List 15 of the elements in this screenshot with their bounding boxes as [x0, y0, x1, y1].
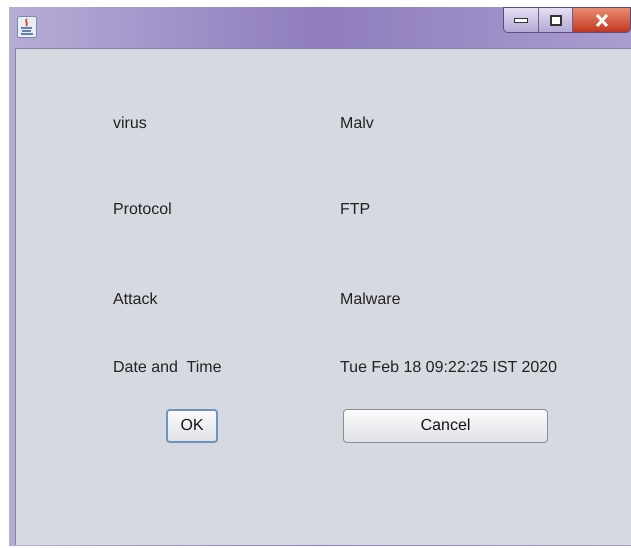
java-cup-icon [17, 16, 37, 38]
field-value: Malv [340, 114, 374, 134]
field-label: Date and Time [113, 358, 222, 378]
field-value: FTP [340, 200, 370, 220]
field-label: Attack [113, 290, 158, 310]
field-value: Tue Feb 18 09:22:25 IST 2020 [340, 358, 558, 378]
field-label: virus [113, 114, 148, 134]
ok-button[interactable]: OK [166, 409, 218, 443]
field-label: Protocol [113, 200, 173, 220]
field-value: Malware [340, 290, 400, 310]
cancel-button[interactable]: Cancel [343, 409, 548, 443]
close-icon [594, 14, 608, 26]
maximize-button[interactable] [539, 8, 573, 32]
minimize-button[interactable] [504, 8, 539, 32]
close-button[interactable] [573, 8, 630, 32]
